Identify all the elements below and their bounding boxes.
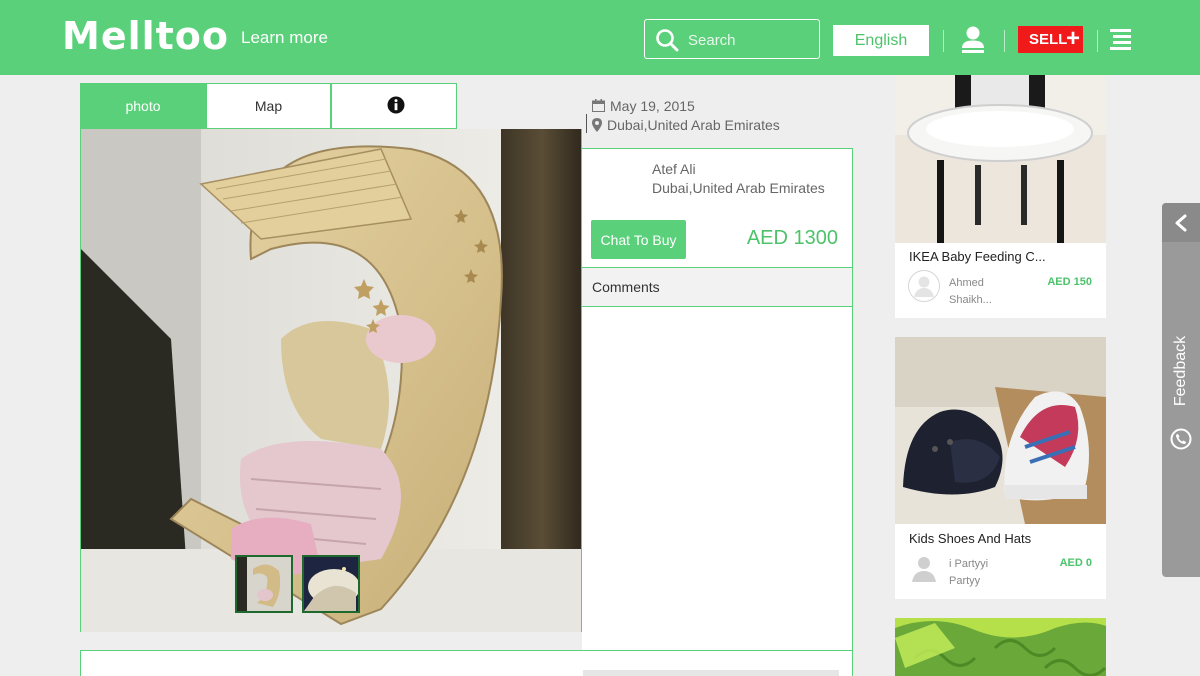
- chat-to-buy-button[interactable]: Chat To Buy: [591, 220, 686, 259]
- learn-more-link[interactable]: Learn more: [241, 28, 328, 48]
- plus-icon: +: [1065, 25, 1080, 52]
- user-avatar-icon[interactable]: [908, 552, 940, 584]
- hamburger-menu-icon[interactable]: [1110, 29, 1131, 51]
- photo-thumbnail[interactable]: [235, 555, 293, 613]
- item-title[interactable]: Kids Shoes And Hats: [909, 531, 1031, 546]
- item-price: AED 0: [1059, 557, 1092, 569]
- search-icon[interactable]: [655, 28, 679, 52]
- user-avatar-icon[interactable]: [908, 270, 940, 302]
- high-chair-image: [895, 75, 1106, 243]
- kids-shoes-image: [895, 337, 1106, 524]
- divider: [1097, 30, 1098, 52]
- divider: [1004, 30, 1005, 52]
- sell-label: SELL: [1029, 31, 1068, 48]
- feedback-tab[interactable]: Feedback: [1162, 203, 1200, 577]
- search-input[interactable]: [688, 28, 813, 52]
- top-navigation-bar: Melltoo Learn more English SELL +: [0, 0, 1200, 75]
- related-item-card[interactable]: IKEA Baby Feeding C... Ahmed Shaikh... A…: [895, 75, 1106, 318]
- melltoo-logo[interactable]: Melltoo: [62, 14, 229, 58]
- scroll-placeholder: [583, 670, 839, 676]
- listing-price: AED 1300: [746, 227, 838, 249]
- item-title[interactable]: IKEA Baby Feeding C...: [909, 249, 1046, 264]
- item-image[interactable]: [895, 618, 1106, 676]
- seller-location: Dubai,United Arab Emirates: [652, 180, 825, 196]
- item-image[interactable]: [895, 337, 1106, 524]
- sell-button[interactable]: SELL +: [1018, 26, 1083, 53]
- calendar-icon: [592, 99, 605, 112]
- thumbnail-image: [304, 557, 358, 611]
- item-seller-line: i Partyyi: [949, 558, 989, 570]
- support-phone-icon: [1170, 428, 1192, 450]
- photo-thumbnail[interactable]: [302, 555, 360, 613]
- feedback-label: Feedback: [1172, 335, 1189, 407]
- item-price: AED 150: [1047, 276, 1092, 288]
- item-image[interactable]: [895, 75, 1106, 243]
- tab-info[interactable]: [331, 83, 457, 129]
- listing-date: May 19, 2015: [610, 98, 695, 114]
- item-seller-line: Ahmed: [949, 277, 984, 289]
- location-pin-icon: [592, 118, 602, 132]
- user-profile-icon[interactable]: [958, 24, 988, 54]
- chevron-left-icon: [1175, 214, 1187, 232]
- tab-map[interactable]: Map: [206, 83, 331, 129]
- search-box[interactable]: [644, 19, 820, 59]
- seller-name[interactable]: Atef Ali: [652, 161, 696, 177]
- item-seller-line: Partyy: [949, 575, 981, 587]
- divider: [943, 30, 944, 52]
- feedback-toggle[interactable]: [1162, 203, 1200, 242]
- item-photo: [895, 618, 1106, 676]
- listing-location: Dubai,United Arab Emirates: [607, 117, 780, 133]
- item-seller-line: Shaikh...: [949, 294, 992, 306]
- comments-header: Comments: [582, 268, 853, 307]
- info-icon: [387, 96, 405, 114]
- tab-photo[interactable]: photo: [80, 83, 206, 129]
- thumbnail-image: [237, 557, 291, 611]
- related-item-card[interactable]: Kids Shoes And Hats i Partyyi Partyy AED…: [895, 337, 1106, 599]
- seller-panel: Atef Ali Dubai,United Arab Emirates Chat…: [582, 148, 853, 268]
- comments-area: [582, 307, 853, 676]
- item-seller: i Partyyi Partyy: [949, 556, 988, 590]
- language-button[interactable]: English: [833, 25, 929, 56]
- related-item-card[interactable]: [895, 618, 1106, 676]
- item-seller: Ahmed Shaikh...: [949, 275, 992, 309]
- divider: [586, 114, 587, 133]
